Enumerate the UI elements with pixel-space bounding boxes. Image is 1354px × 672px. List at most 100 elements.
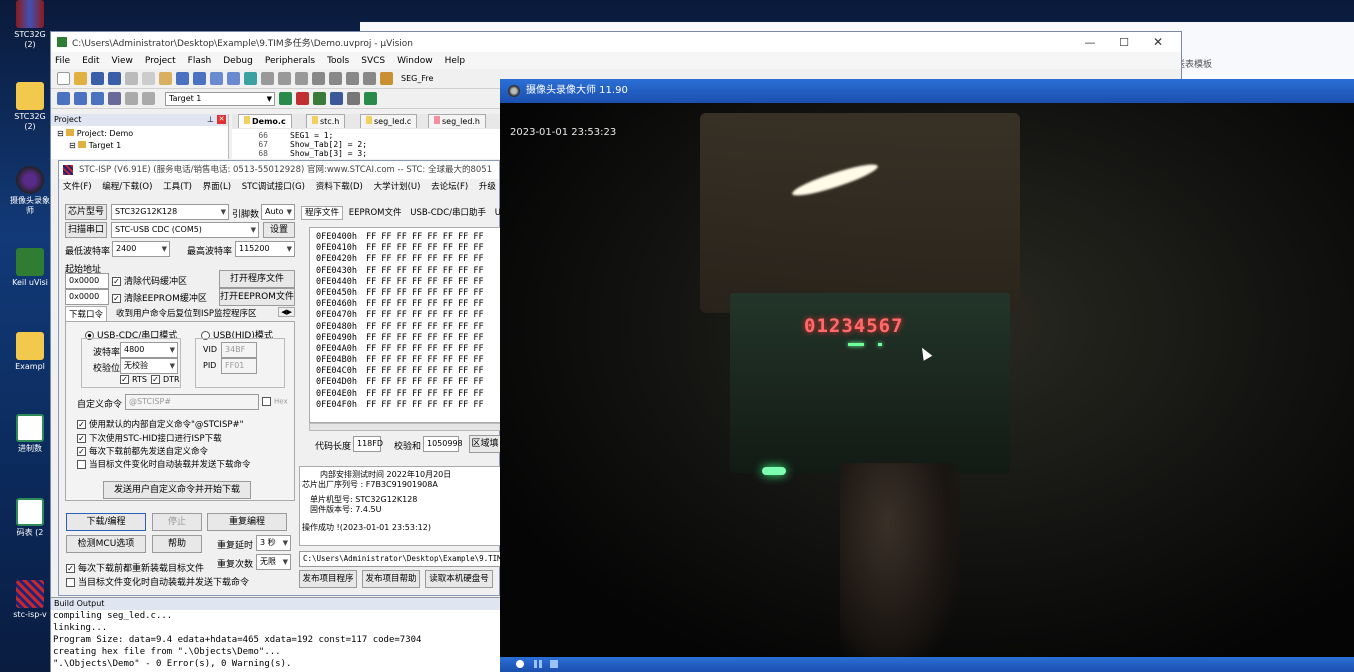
- cut-icon[interactable]: [125, 72, 138, 85]
- pin-count-select[interactable]: Auto ▼: [261, 204, 295, 220]
- redo-icon[interactable]: [193, 72, 206, 85]
- send-command-button[interactable]: 发送用户自定义命令并开始下载: [103, 481, 251, 499]
- clear-code-checkbox[interactable]: ✓ 清除代码缓冲区: [112, 274, 187, 287]
- repeat-delay-select[interactable]: 3 秒 ▼: [256, 535, 291, 551]
- custom-command-input[interactable]: @STCISP#: [125, 394, 259, 410]
- load-icon[interactable]: [108, 92, 121, 105]
- tab-reset-isp[interactable]: 收到用户命令后复位到ISP监控程序区: [113, 306, 260, 320]
- pin-icon[interactable]: ⊥: [207, 114, 214, 126]
- pid-input[interactable]: FF01: [221, 358, 257, 374]
- detect-mcu-button[interactable]: 检测MCU选项: [66, 535, 146, 553]
- isp-menu-file[interactable]: 文件(F): [63, 182, 92, 192]
- select-packs-icon[interactable]: [330, 92, 343, 105]
- rte-icon[interactable]: [364, 92, 377, 105]
- pack-installer-icon[interactable]: [347, 92, 360, 105]
- desktop-icon-stc32g-1[interactable]: STC32G (2): [8, 0, 52, 50]
- pause-icon[interactable]: [534, 660, 542, 668]
- isp-menu-university[interactable]: 大学计划(U): [374, 182, 421, 192]
- tab-scroll-arrows[interactable]: ◀▶: [278, 307, 295, 317]
- batch-build-icon[interactable]: [142, 92, 155, 105]
- open-eeprom-file-button[interactable]: 打开EEPROM文件: [219, 288, 295, 306]
- stop-button[interactable]: 停止: [152, 513, 202, 531]
- port-select[interactable]: STC-USB CDC (COM5) ▼: [111, 222, 259, 238]
- port-settings-button[interactable]: 设置: [263, 222, 295, 238]
- menu-peripherals[interactable]: Peripherals: [265, 56, 315, 66]
- auto-load-checkbox[interactable]: 当目标文件变化时自动装载并发送下载命令: [66, 575, 249, 588]
- start-address-input[interactable]: 0x0000: [65, 273, 109, 289]
- help-button[interactable]: 帮助: [152, 535, 202, 553]
- unindent-icon[interactable]: [329, 72, 342, 85]
- desktop-icon-example[interactable]: Exampl: [8, 332, 52, 372]
- tab-seg-led-h[interactable]: seg_led.h: [428, 114, 487, 128]
- target-select[interactable]: Target 1 ▼: [165, 91, 275, 106]
- hex-scrollbar[interactable]: [309, 423, 501, 431]
- tab-demo-c[interactable]: Demo.c: [238, 114, 292, 128]
- desktop-icon-stc32g-2[interactable]: STC32G (2): [8, 82, 52, 132]
- isp-menu-debug[interactable]: STC调试接口(G): [242, 182, 305, 192]
- publish-help-button[interactable]: 发布项目帮助: [362, 570, 420, 588]
- opt-default-command[interactable]: ✓ 使用默认的内部自定义命令"@STCISP#": [77, 418, 244, 430]
- desktop-icon-stcisp[interactable]: stc-isp-v: [8, 580, 52, 620]
- build-output-text[interactable]: compiling seg_led.c... linking... Progra…: [51, 610, 502, 670]
- menu-edit[interactable]: Edit: [82, 56, 99, 66]
- menu-tools[interactable]: Tools: [327, 56, 349, 66]
- min-baud-select[interactable]: 2400 ▼: [112, 241, 170, 257]
- project-tree-root[interactable]: ⊟ Project: Demo: [51, 126, 228, 138]
- desktop-icon-hex[interactable]: 进制数: [8, 414, 52, 454]
- record-icon[interactable]: [516, 660, 524, 668]
- parity-select[interactable]: 无校验 ▼: [120, 358, 178, 374]
- opt-auto-load[interactable]: 当目标文件变化时自动装载并发送下载命令: [77, 458, 251, 470]
- chip-model-select[interactable]: STC32G12K128 ▼: [111, 204, 229, 220]
- tab-program-file[interactable]: 程序文件: [301, 206, 344, 220]
- read-disk-id-button[interactable]: 读取本机硬盘号: [425, 570, 493, 588]
- menu-help[interactable]: Help: [445, 56, 466, 66]
- target-options-icon[interactable]: [279, 92, 292, 105]
- fill-region-button[interactable]: 区域填充: [469, 435, 501, 453]
- find-combo[interactable]: SEG_Fre: [401, 74, 433, 83]
- menu-debug[interactable]: Debug: [223, 56, 253, 66]
- menu-view[interactable]: View: [112, 56, 133, 66]
- copy-icon[interactable]: [142, 72, 155, 85]
- stop-icon[interactable]: [550, 660, 558, 668]
- paste-icon[interactable]: [159, 72, 172, 85]
- minimize-button[interactable]: —: [1073, 36, 1107, 49]
- isp-menu-docs[interactable]: 资料下载(D): [316, 182, 363, 192]
- menu-window[interactable]: Window: [397, 56, 433, 66]
- reload-before-checkbox[interactable]: ✓ 每次下载前都重新装载目标文件: [66, 561, 204, 574]
- desktop-icon-keil[interactable]: Keil uVisi: [8, 248, 52, 288]
- find-in-files-icon[interactable]: [380, 72, 393, 85]
- rts-checkbox[interactable]: ✓ RTS: [120, 375, 147, 384]
- nav-back-icon[interactable]: [210, 72, 223, 85]
- rebuild-icon[interactable]: [91, 92, 104, 105]
- nav-forward-icon[interactable]: [227, 72, 240, 85]
- menu-svcs[interactable]: SVCS: [361, 56, 385, 66]
- publish-program-button[interactable]: 发布项目程序: [299, 570, 357, 588]
- stop-build-icon[interactable]: [125, 92, 138, 105]
- menu-file[interactable]: File: [55, 56, 70, 66]
- comment-icon[interactable]: [346, 72, 359, 85]
- bookmark-prev-icon[interactable]: [261, 72, 274, 85]
- download-program-button[interactable]: 下载/编程: [66, 513, 146, 531]
- bookmark-next-icon[interactable]: [278, 72, 291, 85]
- opt-hid-next[interactable]: ✓ 下次使用STC-HID接口进行ISP下载: [77, 432, 222, 444]
- save-all-icon[interactable]: [108, 72, 121, 85]
- max-baud-select[interactable]: 115200 ▼: [235, 241, 295, 257]
- vid-input[interactable]: 34BF: [221, 342, 257, 358]
- new-file-icon[interactable]: [57, 72, 70, 85]
- hex-checkbox[interactable]: Hex: [262, 397, 288, 406]
- opt-send-before[interactable]: ✓ 每次下载前都先发送自定义命令: [77, 445, 208, 457]
- open-folder-icon[interactable]: [74, 72, 87, 85]
- file-extensions-icon[interactable]: [296, 92, 309, 105]
- save-icon[interactable]: [91, 72, 104, 85]
- uncomment-icon[interactable]: [363, 72, 376, 85]
- build-icon[interactable]: [74, 92, 87, 105]
- isp-menu-tools[interactable]: 工具(T): [163, 182, 192, 192]
- translate-icon[interactable]: [57, 92, 70, 105]
- indent-icon[interactable]: [312, 72, 325, 85]
- tab-eeprom-file[interactable]: EEPROM文件: [346, 207, 405, 219]
- project-tree-target[interactable]: ⊟ Target 1: [51, 138, 228, 150]
- baud-select[interactable]: 4800 ▼: [120, 342, 178, 358]
- isp-menu-upgrade[interactable]: 升级: [479, 182, 496, 192]
- open-program-file-button[interactable]: 打开程序文件: [219, 270, 295, 288]
- repeat-program-button[interactable]: 重复编程: [207, 513, 287, 531]
